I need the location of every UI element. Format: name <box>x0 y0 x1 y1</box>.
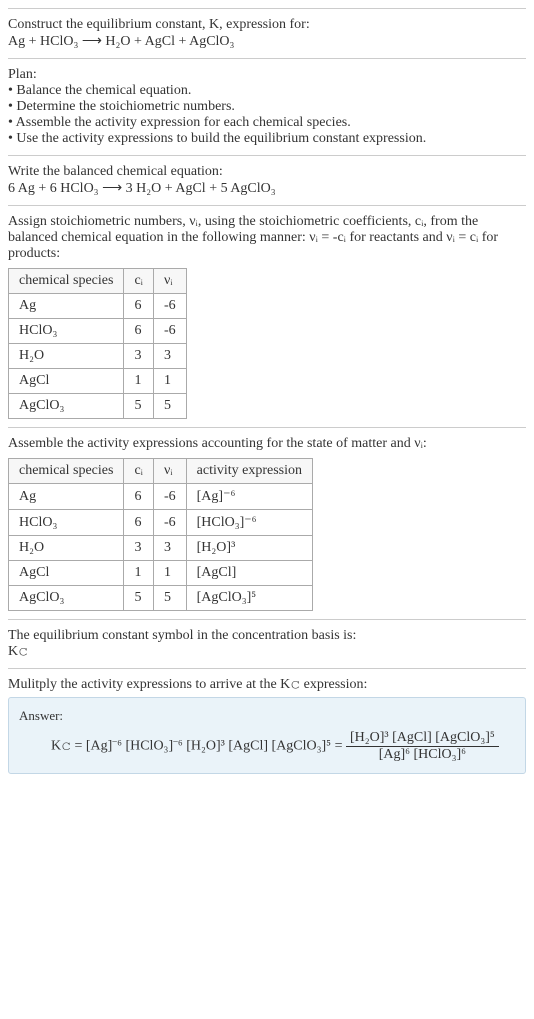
cell: H₂O <box>9 536 124 561</box>
cell: [Ag]⁻⁶ <box>186 484 312 510</box>
cell: 6 <box>124 319 154 344</box>
cell: AgCl <box>9 369 124 394</box>
cell: 3 <box>153 536 186 561</box>
table-row: Ag 6 -6 [Ag]⁻⁶ <box>9 484 313 510</box>
cell: 6 <box>124 484 154 510</box>
cell: 5 <box>124 394 154 419</box>
activity-table: chemical species cᵢ νᵢ activity expressi… <box>8 458 313 611</box>
col-header: cᵢ <box>124 269 154 294</box>
cell: Ag <box>9 484 124 510</box>
stoich-section: Assign stoichiometric numbers, νᵢ, using… <box>8 205 526 427</box>
plan-item: • Determine the stoichiometric numbers. <box>8 99 526 115</box>
final-section: Mulitply the activity expressions to arr… <box>8 668 526 782</box>
balanced-section: Write the balanced chemical equation: 6 … <box>8 155 526 205</box>
col-header: chemical species <box>9 459 124 484</box>
cell: AgClO₃ <box>9 586 124 611</box>
balanced-equation: 6 Ag + 6 HClO₃ ⟶ 3 H₂O + AgCl + 5 AgClO₃ <box>8 180 526 197</box>
symbol-section: The equilibrium constant symbol in the c… <box>8 619 526 668</box>
table-row: HClO₃ 6 -6 [HClO₃]⁻⁶ <box>9 510 313 536</box>
cell: [AgCl] <box>186 561 312 586</box>
cell: 1 <box>153 369 186 394</box>
cell: [AgClO₃]⁵ <box>186 586 312 611</box>
col-header: cᵢ <box>124 459 154 484</box>
cell: HClO₃ <box>9 319 124 344</box>
table-row: AgCl 1 1 <box>9 369 187 394</box>
answer-box: Answer: K𝚌 = [Ag]⁻⁶ [HClO₃]⁻⁶ [H₂O]³ [Ag… <box>8 697 526 774</box>
answer-label: Answer: <box>19 708 515 724</box>
table-row: AgCl 1 1 [AgCl] <box>9 561 313 586</box>
cell: -6 <box>153 319 186 344</box>
col-header: activity expression <box>186 459 312 484</box>
plan-item: • Assemble the activity expression for e… <box>8 115 526 131</box>
cell: 6 <box>124 510 154 536</box>
final-fraction: [H₂O]³ [AgCl] [AgClO₃]⁵ [Ag]⁶ [HClO₃]⁶ <box>346 730 499 763</box>
cell: AgClO₃ <box>9 394 124 419</box>
cell: Ag <box>9 294 124 319</box>
table-row: H₂O 3 3 <box>9 344 187 369</box>
table-header-row: chemical species cᵢ νᵢ activity expressi… <box>9 459 313 484</box>
final-lhs: K𝚌 = [Ag]⁻⁶ [HClO₃]⁻⁶ [H₂O]³ [AgCl] [AgC… <box>51 739 342 754</box>
col-header: νᵢ <box>153 459 186 484</box>
intro-section: Construct the equilibrium constant, K, e… <box>8 8 526 58</box>
intro-title: Construct the equilibrium constant, K, e… <box>8 17 526 33</box>
col-header: chemical species <box>9 269 124 294</box>
cell: AgCl <box>9 561 124 586</box>
symbol-line1: The equilibrium constant symbol in the c… <box>8 628 526 644</box>
cell: 3 <box>124 344 154 369</box>
cell: 1 <box>153 561 186 586</box>
cell: 5 <box>124 586 154 611</box>
symbol-line2: K𝚌 <box>8 644 526 660</box>
plan-title: Plan: <box>8 67 526 83</box>
intro-equation: Ag + HClO₃ ⟶ H₂O + AgCl + AgClO₃ <box>8 33 526 50</box>
cell: HClO₃ <box>9 510 124 536</box>
cell: 3 <box>153 344 186 369</box>
final-intro: Mulitply the activity expressions to arr… <box>8 677 526 693</box>
cell: 5 <box>153 586 186 611</box>
cell: 5 <box>153 394 186 419</box>
activity-intro: Assemble the activity expressions accoun… <box>8 436 526 452</box>
cell: 1 <box>124 561 154 586</box>
cell: [HClO₃]⁻⁶ <box>186 510 312 536</box>
final-numerator: [H₂O]³ [AgCl] [AgClO₃]⁵ <box>346 730 499 747</box>
final-denominator: [Ag]⁶ [HClO₃]⁶ <box>346 747 499 763</box>
cell: [H₂O]³ <box>186 536 312 561</box>
stoich-table: chemical species cᵢ νᵢ Ag 6 -6 HClO₃ 6 -… <box>8 268 187 419</box>
plan-item: • Balance the chemical equation. <box>8 83 526 99</box>
table-row: H₂O 3 3 [H₂O]³ <box>9 536 313 561</box>
cell: 6 <box>124 294 154 319</box>
activity-section: Assemble the activity expressions accoun… <box>8 427 526 619</box>
cell: -6 <box>153 510 186 536</box>
table-header-row: chemical species cᵢ νᵢ <box>9 269 187 294</box>
cell: -6 <box>153 484 186 510</box>
final-equation: K𝚌 = [Ag]⁻⁶ [HClO₃]⁻⁶ [H₂O]³ [AgCl] [AgC… <box>19 730 515 763</box>
table-row: Ag 6 -6 <box>9 294 187 319</box>
cell: -6 <box>153 294 186 319</box>
table-row: AgClO₃ 5 5 <box>9 394 187 419</box>
cell: 1 <box>124 369 154 394</box>
table-row: HClO₃ 6 -6 <box>9 319 187 344</box>
balanced-title: Write the balanced chemical equation: <box>8 164 526 180</box>
plan-section: Plan: • Balance the chemical equation. •… <box>8 58 526 155</box>
cell: 3 <box>124 536 154 561</box>
plan-item: • Use the activity expressions to build … <box>8 131 526 147</box>
table-row: AgClO₃ 5 5 [AgClO₃]⁵ <box>9 586 313 611</box>
col-header: νᵢ <box>153 269 186 294</box>
stoich-intro: Assign stoichiometric numbers, νᵢ, using… <box>8 214 526 262</box>
cell: H₂O <box>9 344 124 369</box>
